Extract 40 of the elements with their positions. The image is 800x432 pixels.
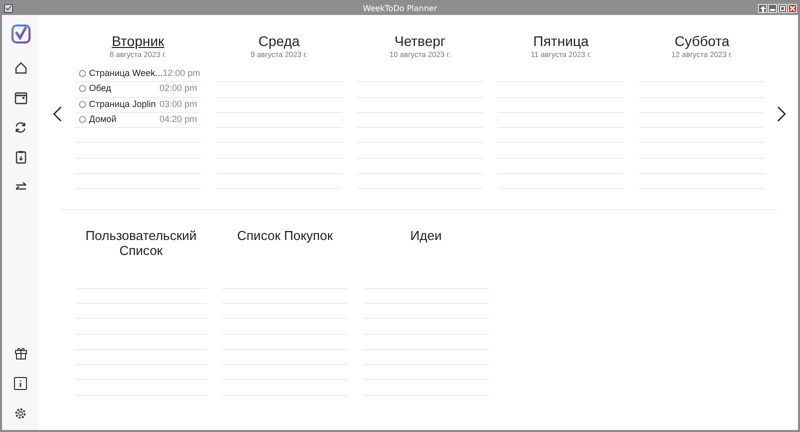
close-icon [790, 6, 795, 11]
close-button[interactable] [788, 4, 797, 13]
info-icon[interactable] [14, 377, 27, 390]
minimize-button[interactable] [768, 4, 777, 13]
day-title[interactable]: Вторник [112, 32, 164, 50]
clipboard-icon[interactable] [14, 150, 28, 164]
app-icon [4, 4, 13, 13]
maximize-icon [780, 6, 785, 11]
calendar-icon[interactable] [14, 91, 28, 105]
minimize-icon [770, 9, 775, 11]
day-title[interactable]: Пятница [533, 32, 589, 50]
maximize-button[interactable] [778, 4, 787, 13]
window-title: WeekToDo Planner [362, 3, 438, 15]
refresh-icon[interactable] [14, 121, 27, 134]
app-logo-icon[interactable] [10, 24, 30, 44]
task-checkbox[interactable] [79, 116, 86, 124]
list-title[interactable]: Пользовательский Список [81, 228, 201, 274]
task-title[interactable]: Домой [89, 112, 116, 126]
task-title[interactable]: Страница Joplin [89, 98, 156, 111]
pin-button[interactable] [758, 4, 767, 13]
up-arrow-icon [760, 6, 766, 12]
task-time: 03:00 pm [159, 98, 197, 111]
task-checkbox[interactable] [79, 85, 86, 92]
day-title[interactable]: Четверг [394, 32, 446, 50]
day-title[interactable]: Суббота [674, 32, 730, 50]
task-time: 04:20 pm [159, 112, 197, 126]
day-title[interactable]: Среда [258, 32, 300, 50]
task-title[interactable]: Обед [89, 82, 112, 96]
chevron-right-icon [777, 106, 786, 122]
chevron-left-icon [52, 106, 62, 122]
list-title[interactable]: Список Покупок [225, 228, 345, 274]
task-title[interactable]: Страница Week... [89, 66, 163, 80]
settings-icon[interactable] [14, 407, 27, 420]
task-time: 02:00 pm [159, 82, 197, 96]
task-checkbox[interactable] [79, 70, 86, 78]
gift-icon[interactable] [14, 346, 28, 360]
task-checkbox[interactable] [79, 100, 86, 108]
task-time: 12:00 pm [162, 66, 200, 80]
list-title[interactable]: Идеи [366, 228, 486, 274]
home-icon[interactable] [14, 61, 28, 75]
